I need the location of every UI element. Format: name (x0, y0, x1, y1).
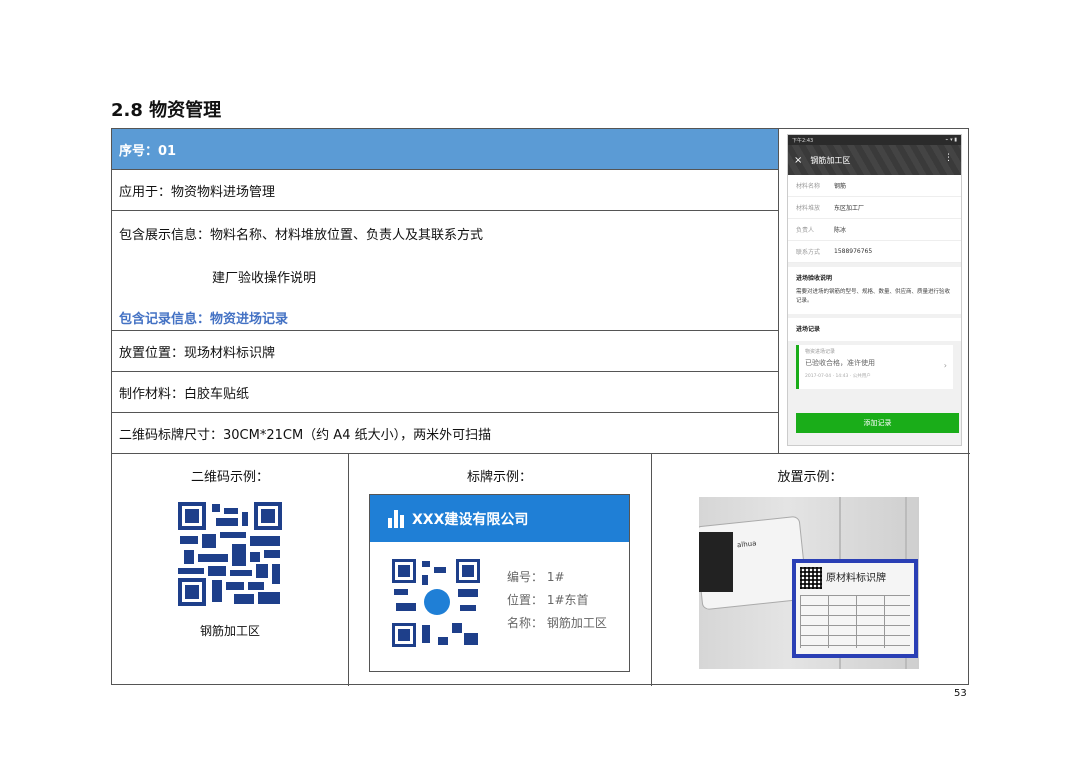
company-name: XXX建设有限公司 (412, 511, 529, 528)
more-menu-icon[interactable]: ⋮ (944, 153, 953, 163)
field-key: 材料名称 (796, 183, 821, 190)
size-row: 二维码标牌尺寸：30CM*21CM（约 A4 纸大小），两米外可扫描 (112, 413, 778, 453)
field-row: 材料堆放 东区加工厂 (788, 197, 961, 219)
qr-code-icon (178, 502, 282, 606)
material-row: 制作材料：白胶车贴纸 (112, 372, 778, 413)
status-icons: ⌁ ▾ ▮ (945, 137, 957, 143)
plate-title: 原材料标识牌 (826, 573, 886, 584)
placement-row: 放置位置：现场材料标识牌 (112, 331, 778, 372)
status-bar: 下午2:43 ⌁ ▾ ▮ (788, 135, 961, 145)
applied-row: 应用于：物资物料进场管理 (112, 170, 778, 211)
record-meta: 2017-07-04 · 14:43 · 公共用户 (805, 373, 871, 379)
qr-code-icon (800, 567, 822, 589)
field-row: 联系方式 1588976765 (788, 241, 961, 263)
accept-heading: 进场验收说明 (796, 275, 833, 282)
field-value: 陈冰 (834, 227, 847, 234)
column-divider (778, 129, 779, 453)
accept-card: 进场验收说明 需要对进场的钢筋的型号、规格、数量、供应商、质量进行验收记录。 (788, 267, 961, 314)
record-status: 已验收合格，准许使用 (805, 358, 875, 367)
placement-example-title: 放置示例： (777, 470, 843, 485)
section-title: 2.8 物资管理 (111, 100, 222, 121)
phone-title: 钢筋加工区 (810, 155, 851, 165)
field-value: 东区加工厂 (834, 205, 865, 212)
sign-example: XXX建设有限公司 编号： 1# 位置： 1#东首 名称： 钢筋加工区 (369, 494, 630, 672)
qr-example-title: 二维码示例： (190, 470, 269, 485)
field-key: 负责人 (796, 227, 815, 234)
field-value: 1588976765 (834, 248, 873, 255)
qr-caption: 钢筋加工区 (200, 624, 261, 638)
row-divider (112, 453, 970, 454)
record-label: 物资进场记录 (805, 348, 836, 355)
field-key: 联系方式 (796, 249, 821, 256)
column-divider (348, 453, 349, 686)
record-info-label: 包含记录信息：物资进场记录 (119, 312, 289, 327)
sign-position: 位置： 1#东首 (507, 593, 589, 607)
camera-brand: alhua (736, 539, 757, 550)
sign-header: XXX建设有限公司 (370, 495, 629, 542)
phone-screenshot: 下午2:43 ⌁ ▾ ▮ × 钢筋加工区 ⋮ 材料名称 钢筋 材料堆放 东区加工… (787, 134, 962, 446)
field-value: 钢筋 (834, 183, 847, 190)
page-number: 53 (954, 688, 967, 699)
placement-photo: alhua 原材料标识牌 (699, 497, 919, 669)
status-time: 下午2:43 (792, 138, 814, 144)
sign-example-title: 标牌示例： (466, 470, 532, 485)
sign-name: 名称： 钢筋加工区 (507, 616, 607, 630)
add-record-button[interactable]: 添加记录 (796, 413, 959, 433)
close-icon[interactable]: × (794, 155, 802, 166)
record-card: 进场记录 (788, 317, 961, 341)
info-table: 序号：01 应用于：物资物料进场管理 包含展示信息：物料名称、材料堆放位置、负责… (111, 128, 970, 686)
column-divider (651, 453, 652, 686)
serial-label: 序号：01 (119, 143, 177, 159)
display-info-label: 包含展示信息：物料名称、材料堆放位置、负责人及其联系方式 (119, 228, 484, 243)
accept-text: 需要对进场的钢筋的型号、规格、数量、供应商、质量进行验收记录。 (796, 289, 951, 304)
field-row: 负责人 陈冰 (788, 219, 961, 241)
sign-number: 编号： 1# (507, 570, 565, 584)
material-label: 制作材料：白胶车贴纸 (119, 386, 250, 402)
phone-title-bar: × 钢筋加工区 ⋮ (788, 145, 961, 175)
field-key: 材料堆放 (796, 205, 821, 212)
placement-label: 放置位置：现场材料标识牌 (119, 345, 276, 361)
info-row: 包含展示信息：物料名称、材料堆放位置、负责人及其联系方式 建厂验收操作说明 包含… (112, 211, 778, 331)
qr-code-icon (392, 559, 480, 647)
display-info-extra: 建厂验收操作说明 (212, 271, 317, 286)
building-logo-icon (388, 509, 404, 528)
field-list: 材料名称 钢筋 材料堆放 东区加工厂 负责人 陈冰 联系方式 158897676… (788, 175, 961, 263)
field-row: 材料名称 钢筋 (788, 175, 961, 197)
material-plate: 原材料标识牌 (792, 559, 918, 658)
applied-label: 应用于：物资物料进场管理 (119, 184, 276, 200)
record-item[interactable]: 物资进场记录 已验收合格，准许使用 2017-07-04 · 14:43 · 公… (796, 344, 953, 389)
serial-row: 序号：01 (112, 129, 778, 170)
logo-badge (424, 589, 450, 615)
record-heading: 进场记录 (796, 325, 821, 333)
chevron-right-icon: › (943, 360, 947, 370)
size-label: 二维码标牌尺寸：30CM*21CM（约 A4 纸大小），两米外可扫描 (119, 427, 492, 443)
